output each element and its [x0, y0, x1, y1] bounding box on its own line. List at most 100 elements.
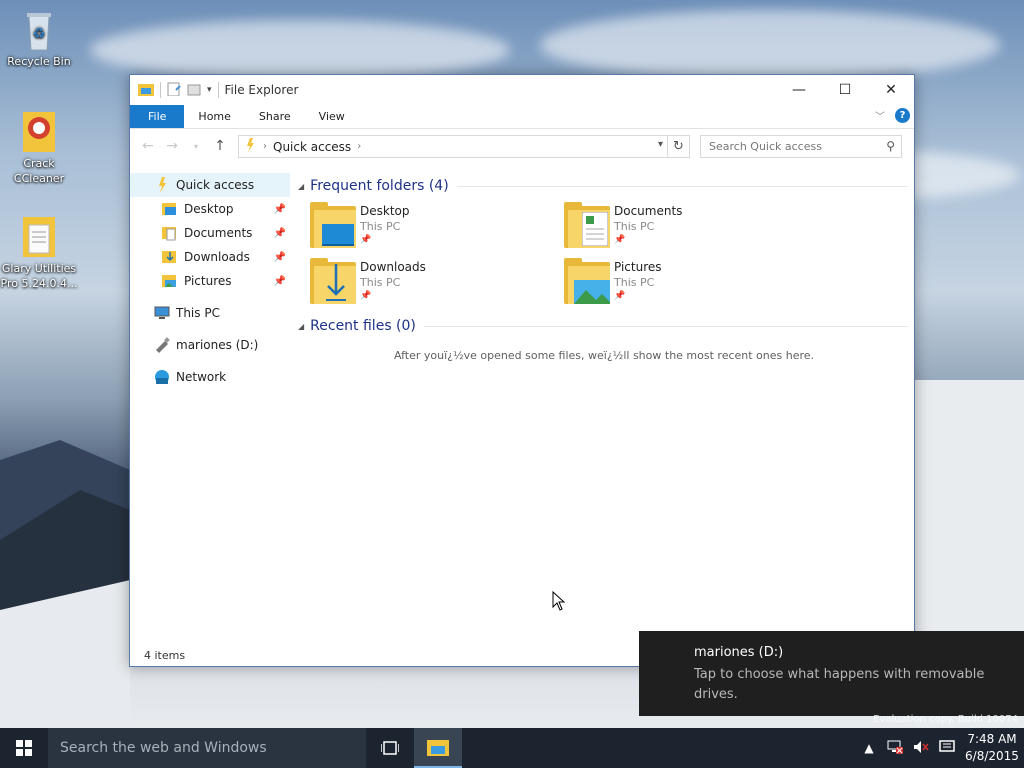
pin-icon[interactable]: 📌	[274, 204, 286, 215]
tab-view[interactable]: View	[305, 105, 359, 128]
show-hidden-icons-icon[interactable]: ▲	[856, 741, 882, 755]
recent-empty-message: After youï¿½ve opened some files, weï¿½l…	[393, 349, 815, 362]
help-icon[interactable]: ?	[895, 108, 910, 123]
nav-item-desktop[interactable]: Desktop 📌	[130, 197, 290, 221]
start-button[interactable]	[0, 728, 48, 768]
chevron-down-icon[interactable]: ▾	[207, 85, 212, 95]
nav-item-documents[interactable]: Documents 📌	[130, 221, 290, 245]
document-shortcut-icon	[19, 215, 59, 259]
expand-ribbon-icon[interactable]: ﹀	[875, 108, 885, 123]
desktop-icon-glary-utilities[interactable]: Glary Utilities Pro 5.24.0.4...	[0, 215, 78, 291]
nav-label: Desktop	[184, 202, 234, 216]
group-header-frequent[interactable]: ◢ Frequent folders (4)	[294, 175, 914, 197]
taskbar-file-explorer-button[interactable]	[414, 728, 462, 768]
nav-label: This PC	[176, 306, 220, 320]
taskbar: Search the web and Windows ▲ 7:48 AM 6/8…	[0, 728, 1024, 768]
folder-location: This PC	[360, 276, 401, 289]
group-title: Frequent folders (4)	[310, 178, 449, 194]
close-button[interactable]: ✕	[868, 75, 914, 104]
tab-share[interactable]: Share	[245, 105, 305, 128]
action-center-icon[interactable]	[934, 739, 960, 757]
cloud	[90, 20, 510, 80]
pin-icon[interactable]: 📌	[274, 276, 286, 287]
desktop-icon-label: Crack CCleaner	[13, 157, 65, 185]
downloads-folder-icon	[310, 258, 356, 304]
nav-item-quick-access[interactable]: Quick access	[130, 173, 290, 197]
folder-name: Desktop	[360, 204, 410, 218]
collapse-triangle-icon[interactable]: ◢	[298, 182, 304, 191]
task-view-button[interactable]	[366, 728, 414, 768]
new-folder-icon[interactable]	[187, 82, 201, 99]
navigation-pane: Quick access Desktop 📌 Documents 📌 Downl…	[130, 173, 290, 642]
search-placeholder: Search Quick access	[709, 140, 822, 153]
recent-locations-icon[interactable]: ▾	[184, 142, 208, 151]
nav-label: mariones (D:)	[176, 338, 259, 352]
folder-tile-documents[interactable]: Documents This PC 📌	[562, 202, 782, 254]
breadcrumb-quick-access[interactable]: Quick access	[273, 140, 351, 154]
windows-logo-icon	[16, 740, 32, 756]
network-error-icon[interactable]	[882, 740, 908, 757]
nav-item-drive[interactable]: mariones (D:)	[130, 333, 290, 357]
minimize-button[interactable]: —	[776, 75, 822, 104]
nav-item-downloads[interactable]: Downloads 📌	[130, 245, 290, 269]
group-header-recent[interactable]: ◢ Recent files (0)	[294, 315, 914, 337]
forward-arrow-icon[interactable]: →	[160, 138, 184, 154]
breadcrumb-chevron-icon[interactable]: ›	[357, 141, 361, 152]
group-title: Recent files (0)	[310, 318, 416, 334]
clock-time: 7:48 AM	[967, 732, 1017, 746]
pin-icon[interactable]: 📌	[274, 228, 286, 239]
refresh-icon[interactable]: ↻	[667, 136, 689, 157]
recycle-bin-icon: ♻	[19, 8, 59, 52]
nav-label: Downloads	[184, 250, 250, 264]
nav-item-this-pc[interactable]: This PC	[130, 301, 290, 325]
desktop-icon-recycle-bin[interactable]: ♻ Recycle Bin	[0, 8, 78, 69]
desktop-icon-label: Recycle Bin	[7, 55, 71, 68]
search-input[interactable]: Search Quick access ⚲	[700, 135, 902, 158]
pin-icon[interactable]: 📌	[274, 252, 286, 263]
folder-name: Documents	[614, 204, 683, 218]
notification-toast[interactable]: mariones (D:) Tap to choose what happens…	[639, 631, 1024, 716]
tab-file[interactable]: File	[130, 105, 185, 128]
tab-home[interactable]: Home	[184, 105, 244, 128]
quick-access-toolbar: ▾	[130, 75, 219, 105]
volume-muted-icon[interactable]	[908, 740, 934, 757]
window-title: File Explorer	[224, 83, 299, 97]
folder-name: Pictures	[614, 260, 662, 274]
cloud	[540, 10, 1000, 80]
status-bar-item-count: 4 items	[144, 649, 186, 662]
usb-drive-icon	[154, 337, 170, 353]
folder-tile-pictures[interactable]: Pictures This PC 📌	[562, 258, 782, 310]
nav-item-pictures[interactable]: Pictures 📌	[130, 269, 290, 293]
address-bar[interactable]: › Quick access › ▾ ↻	[238, 135, 690, 158]
pin-icon: 📌	[614, 235, 626, 245]
ccleaner-icon	[19, 110, 59, 154]
window-controls: — ☐ ✕	[776, 75, 914, 104]
folder-tile-desktop[interactable]: Desktop This PC 📌	[308, 202, 528, 254]
explorer-icon	[138, 82, 154, 99]
quick-access-star-icon	[154, 177, 170, 193]
breadcrumb-separator-icon: ›	[263, 141, 267, 152]
search-icon[interactable]: ⚲	[886, 139, 895, 153]
maximize-button[interactable]: ☐	[822, 75, 868, 104]
ribbon-tabs: File Home Share View ﹀ ?	[130, 105, 914, 129]
folder-tile-downloads[interactable]: Downloads This PC 📌	[308, 258, 528, 310]
ribbon-right-controls: ﹀ ?	[875, 108, 910, 123]
back-arrow-icon[interactable]: ←	[136, 138, 160, 154]
downloads-folder-icon	[162, 249, 178, 265]
properties-icon[interactable]	[167, 82, 181, 99]
system-tray: ▲ 7:48 AM 6/8/2015	[856, 728, 1024, 768]
nav-item-network[interactable]: Network	[130, 365, 290, 389]
network-icon	[154, 369, 170, 385]
pin-icon: 📌	[360, 235, 372, 245]
taskbar-clock[interactable]: 7:48 AM 6/8/2015	[960, 731, 1024, 765]
taskbar-search-box[interactable]: Search the web and Windows	[48, 728, 366, 768]
desktop-icon-crack-ccleaner[interactable]: Crack CCleaner	[0, 110, 78, 186]
folder-location: This PC	[614, 276, 655, 289]
pin-icon: 📌	[360, 291, 372, 301]
pictures-folder-icon	[162, 273, 178, 289]
title-bar[interactable]: ▾ File Explorer — ☐ ✕	[130, 75, 914, 105]
nav-label: Pictures	[184, 274, 232, 288]
address-dropdown-icon[interactable]: ▾	[658, 139, 663, 150]
collapse-triangle-icon[interactable]: ◢	[298, 322, 304, 331]
up-arrow-icon[interactable]: ↑	[208, 138, 232, 154]
